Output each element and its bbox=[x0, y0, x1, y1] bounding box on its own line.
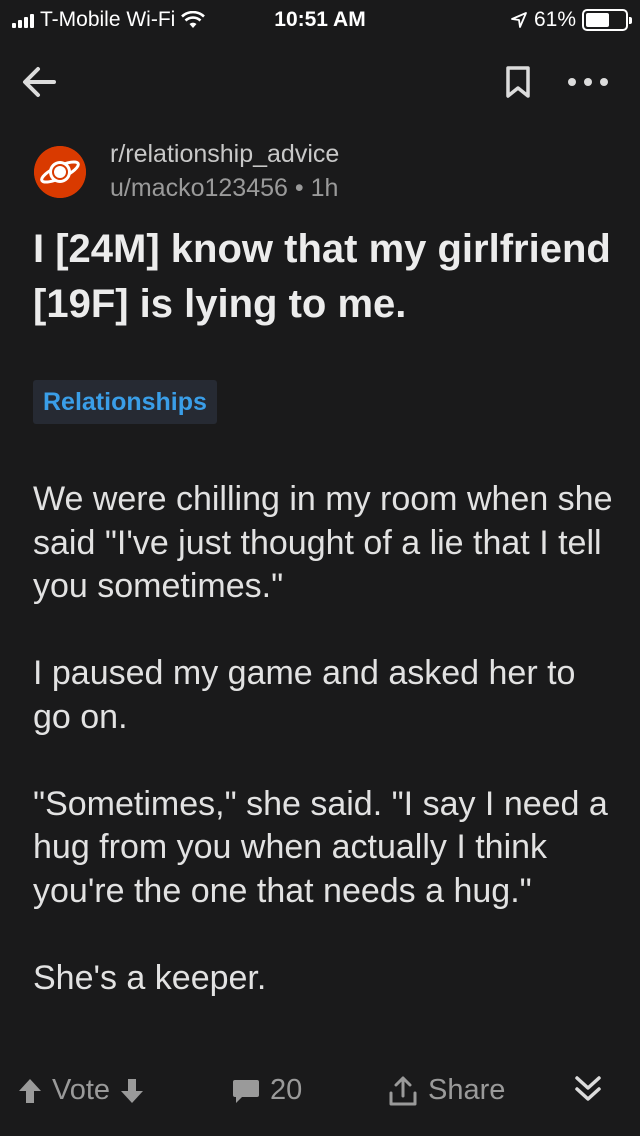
post-paragraph: She's a keeper. bbox=[33, 958, 267, 997]
meta-separator: • bbox=[294, 174, 304, 202]
subreddit-name[interactable]: r/relationship_advice bbox=[110, 140, 339, 169]
location-arrow-icon bbox=[511, 12, 527, 28]
post-age: 1h bbox=[310, 174, 339, 202]
more-options-button[interactable] bbox=[560, 60, 616, 104]
status-right: 61% bbox=[510, 8, 632, 32]
post-flair[interactable]: Relationships bbox=[33, 380, 217, 424]
share-button[interactable]: Share bbox=[388, 1074, 505, 1107]
back-button[interactable] bbox=[18, 60, 62, 104]
post-action-bar: Vote 20 Share bbox=[0, 1062, 640, 1122]
post-paragraph: We were chilling in my room when she sai… bbox=[33, 480, 613, 605]
vote-control: Vote bbox=[18, 1074, 144, 1107]
comment-bubble-icon bbox=[233, 1079, 259, 1103]
vote-label: Vote bbox=[52, 1074, 111, 1106]
author-name[interactable]: u/macko123456 bbox=[110, 174, 288, 202]
post-title: I [24M] know that my girlfriend [19F] is… bbox=[33, 227, 611, 326]
collapse-button[interactable] bbox=[568, 1070, 608, 1110]
arrow-left-icon bbox=[23, 67, 56, 97]
chevron-double-down-icon bbox=[575, 1076, 601, 1101]
subreddit-avatar[interactable] bbox=[34, 146, 86, 198]
downvote-arrow-icon[interactable] bbox=[120, 1078, 144, 1104]
more-horizontal-icon bbox=[568, 78, 608, 86]
planet-icon bbox=[34, 146, 86, 198]
share-icon bbox=[389, 1076, 417, 1105]
post-paragraph: I paused my game and asked her to go on. bbox=[33, 654, 576, 736]
share-label: Share bbox=[428, 1074, 506, 1106]
bookmark-icon bbox=[506, 66, 530, 98]
post-meta: u/macko123456 • 1h bbox=[110, 174, 338, 203]
nav-bar bbox=[0, 52, 640, 112]
upvote-arrow-icon[interactable] bbox=[18, 1078, 42, 1104]
post-body: We were chilling in my room when she sai… bbox=[33, 478, 613, 1044]
comment-count: 20 bbox=[270, 1074, 303, 1106]
battery-fill bbox=[586, 13, 610, 27]
post-paragraph: "Sometimes," she said. "I say I need a h… bbox=[33, 784, 608, 910]
status-bar: T-Mobile Wi-Fi 10:51 AM 61% bbox=[0, 0, 640, 40]
bookmark-button[interactable] bbox=[496, 60, 540, 104]
comments-button[interactable]: 20 bbox=[232, 1074, 302, 1107]
battery-icon bbox=[582, 9, 632, 31]
battery-percent: 61% bbox=[533, 8, 576, 31]
